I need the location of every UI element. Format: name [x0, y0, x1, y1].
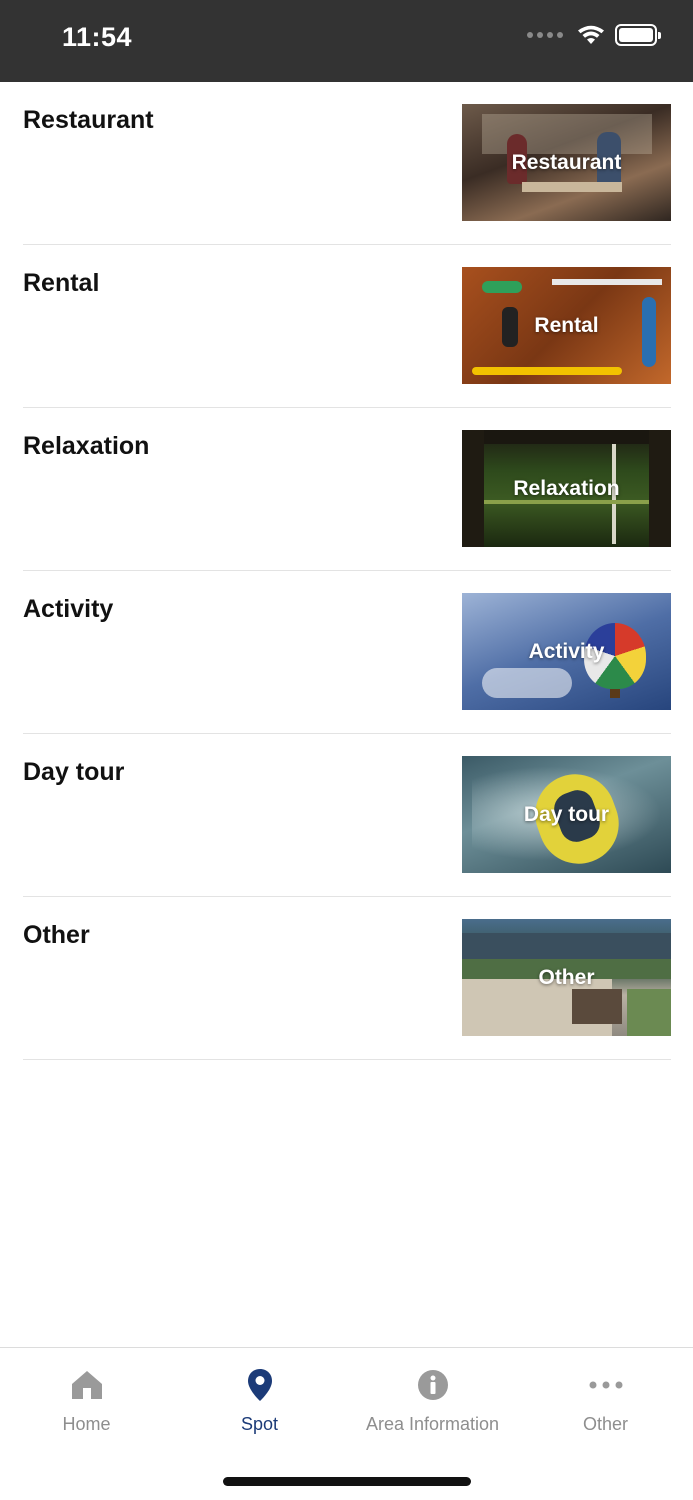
- category-image-day-tour[interactable]: Day tour: [462, 756, 671, 873]
- tab-other[interactable]: Other: [519, 1348, 692, 1448]
- category-title: Restaurant: [23, 106, 154, 134]
- home-indicator: [223, 1477, 471, 1486]
- category-list: Restaurant Restaurant Rental Rental Rela…: [0, 82, 693, 1060]
- category-image-label: Restaurant: [511, 150, 622, 174]
- category-row-rental[interactable]: Rental Rental: [23, 245, 671, 408]
- category-title: Other: [23, 921, 90, 949]
- category-row-activity[interactable]: Activity Activity: [23, 571, 671, 734]
- category-image-label: Rental: [534, 313, 599, 337]
- category-image-label: Other: [538, 965, 595, 989]
- category-image-other[interactable]: Other: [462, 919, 671, 1036]
- category-title: Activity: [23, 595, 114, 623]
- info-icon: [417, 1368, 449, 1402]
- tab-label: Home: [62, 1414, 111, 1434]
- category-title: Rental: [23, 269, 100, 297]
- category-image-label: Day tour: [523, 802, 610, 826]
- tab-label: Spot: [240, 1414, 279, 1434]
- status-bar: 11:54: [0, 0, 693, 82]
- home-icon: [70, 1368, 104, 1402]
- category-image-label: Relaxation: [513, 476, 620, 500]
- tab-label: Other: [582, 1414, 629, 1434]
- category-row-day-tour[interactable]: Day tour Day tour: [23, 734, 671, 897]
- tab-home[interactable]: Home: [0, 1348, 173, 1448]
- category-row-restaurant[interactable]: Restaurant Restaurant: [23, 82, 671, 245]
- tab-spot[interactable]: Spot: [173, 1348, 346, 1448]
- tab-label: Area Information: [365, 1414, 500, 1434]
- category-image-restaurant[interactable]: Restaurant: [462, 104, 671, 221]
- category-row-relaxation[interactable]: Relaxation Relaxation: [23, 408, 671, 571]
- battery-icon: [615, 24, 661, 46]
- tab-area-information[interactable]: Area Information: [346, 1348, 519, 1448]
- category-image-rental[interactable]: Rental: [462, 267, 671, 384]
- wifi-icon: [578, 25, 604, 44]
- more-icon: [589, 1368, 623, 1402]
- category-image-label: Activity: [528, 639, 605, 663]
- category-image-activity[interactable]: Activity: [462, 593, 671, 710]
- category-image-relaxation[interactable]: Relaxation: [462, 430, 671, 547]
- status-indicators: [527, 24, 661, 46]
- category-title: Day tour: [23, 758, 125, 786]
- map-pin-icon: [247, 1368, 273, 1402]
- category-row-other[interactable]: Other Other: [23, 897, 671, 1060]
- category-title: Relaxation: [23, 432, 150, 460]
- status-time: 11:54: [62, 22, 133, 52]
- cellular-signal-icon: [527, 32, 563, 38]
